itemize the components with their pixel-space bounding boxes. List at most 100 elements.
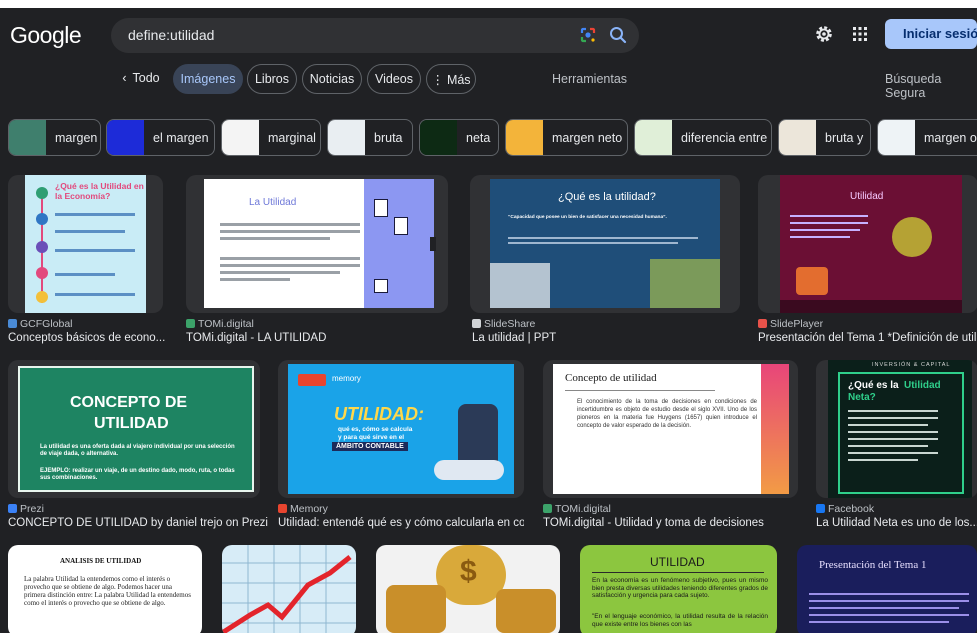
- result-image-coins[interactable]: $: [376, 545, 560, 633]
- coin-stack-icon: [386, 585, 446, 633]
- scroll-handle: [430, 237, 436, 251]
- step-icon: [36, 241, 48, 253]
- result-source[interactable]: SlideShare: [472, 318, 535, 330]
- slide-thumbnail: ¿Qué es la utilidad? “Capacidad que pose…: [490, 179, 720, 308]
- chip-el-margen[interactable]: el margen: [106, 119, 215, 156]
- tools-button[interactable]: Herramientas: [552, 72, 627, 86]
- favicon-icon: [186, 319, 195, 328]
- settings-gear-icon[interactable]: [814, 24, 834, 44]
- slide-thumbnail: La Utilidad: [204, 179, 434, 308]
- sign-in-button[interactable]: Iniciar sesión: [885, 19, 977, 49]
- result-image-slideplayer[interactable]: Utilidad: [758, 175, 977, 313]
- coin-stack-icon: [496, 589, 556, 633]
- step-icon: [36, 213, 48, 225]
- tab-videos[interactable]: Videos: [367, 64, 421, 94]
- result-image-slideshare[interactable]: ¿Qué es la utilidad? “Capacidad que pose…: [470, 175, 740, 313]
- result-source[interactable]: SlidePlayer: [758, 318, 823, 330]
- favicon-icon: [758, 319, 767, 328]
- result-source[interactable]: Memory: [278, 503, 328, 515]
- google-images-page: Google define:utilidad Iniciar sesió ‹ T…: [0, 0, 977, 633]
- growth-chart-icon: [222, 545, 356, 633]
- result-title[interactable]: TOMi.digital - Utilidad y toma de decisi…: [543, 517, 798, 529]
- chip-thumbnail: [222, 120, 259, 155]
- chip-neta[interactable]: neta: [419, 119, 499, 156]
- result-title[interactable]: La Utilidad Neta es uno de los...: [816, 517, 977, 529]
- result-source[interactable]: GCFGlobal: [8, 318, 73, 330]
- result-title[interactable]: Presentación del Tema 1 *Definición de u…: [758, 332, 977, 344]
- tag-icon: [36, 267, 48, 279]
- chip-thumbnail: [420, 120, 457, 155]
- chip-bruta[interactable]: bruta: [327, 119, 413, 156]
- search-tabs: ‹ Todo Imágenes Libros Noticias Videos ⋮ M…: [0, 64, 977, 96]
- result-source[interactable]: TOMi.digital: [543, 503, 611, 515]
- result-title[interactable]: La utilidad | PPT: [472, 332, 740, 344]
- chip-diferencia-entre[interactable]: diferencia entre: [634, 119, 772, 156]
- result-image-prezi[interactable]: CONCEPTO DE UTILIDAD La utilidad es una …: [8, 360, 260, 498]
- favicon-icon: [816, 504, 825, 513]
- result-image-tomi-la-utilidad[interactable]: La Utilidad: [186, 175, 448, 313]
- chip-thumbnail: [779, 120, 816, 155]
- banner-thumbnail: memory UTILIDAD: qué es, cómo se calcula…: [288, 364, 514, 494]
- infographic-thumbnail: ¿Qué es la Utilidad en la Economía?: [25, 175, 146, 313]
- chevron-left-icon: ‹: [122, 71, 127, 85]
- chip-bruta-y[interactable]: bruta y: [778, 119, 871, 156]
- chip-thumbnail: [9, 120, 46, 155]
- chip-margen-op[interactable]: margen op: [877, 119, 977, 156]
- tab-news[interactable]: Noticias: [302, 64, 362, 94]
- favicon-icon: [278, 504, 287, 513]
- result-source[interactable]: TOMi.digital: [186, 318, 254, 330]
- header: Google define:utilidad Iniciar sesió: [0, 8, 977, 60]
- google-apps-grid-icon[interactable]: [851, 25, 869, 43]
- tab-images[interactable]: Imágenes: [173, 64, 243, 94]
- result-image-presentacion[interactable]: Presentación del Tema 1: [797, 545, 977, 633]
- google-logo[interactable]: Google: [10, 22, 82, 49]
- chip-thumbnail: [635, 120, 672, 155]
- result-title[interactable]: TOMi.digital - LA UTILIDAD: [186, 332, 448, 344]
- favicon-icon: [8, 504, 17, 513]
- slide-thumbnail: Concepto de utilidad El conocimiento de …: [553, 364, 789, 494]
- tab-more[interactable]: ⋮ Más: [426, 64, 476, 94]
- favicon-icon: [8, 319, 17, 328]
- result-title[interactable]: Conceptos básicos de econo...: [8, 332, 168, 344]
- hand-photo: [490, 263, 550, 308]
- slide-thumbnail: CONCEPTO DE UTILIDAD La utilidad es una …: [18, 366, 254, 492]
- more-vert-icon: ⋮: [431, 73, 444, 87]
- result-image-facebook[interactable]: INVERSIÓN & CAPITAL ¿Qué es la Utilidad …: [816, 360, 977, 498]
- result-source[interactable]: Facebook: [816, 503, 874, 515]
- smile-icon: [36, 291, 48, 303]
- favicon-icon: [472, 319, 481, 328]
- bag-icon: [796, 267, 828, 295]
- tab-books[interactable]: Libros: [247, 64, 297, 94]
- result-image-analisis[interactable]: ANALISIS DE UTILIDAD La palabra Utilidad…: [8, 545, 202, 633]
- browser-top-strip: [0, 0, 977, 8]
- money-icon: [36, 187, 48, 199]
- decorative-curve: [761, 364, 789, 494]
- result-image-memory[interactable]: memory UTILIDAD: qué es, cómo se calcula…: [278, 360, 524, 498]
- result-title[interactable]: CONCEPTO DE UTILIDAD by daniel trejo on …: [8, 517, 270, 529]
- result-image-chart[interactable]: [222, 545, 356, 633]
- refinement-chips: margen el margen marginal bruta neta mar…: [0, 119, 977, 159]
- search-icon[interactable]: [608, 25, 628, 45]
- result-title[interactable]: Utilidad: entendé qué es y cómo calcular…: [278, 517, 524, 529]
- chip-margen-neto[interactable]: margen neto: [505, 119, 628, 156]
- chip-marginal[interactable]: marginal: [221, 119, 321, 156]
- google-lens-icon[interactable]: [579, 26, 597, 44]
- tab-all[interactable]: ‹ Todo: [112, 64, 170, 94]
- safesearch-button[interactable]: Búsqueda Segura: [885, 72, 977, 100]
- result-image-utilidad-green[interactable]: UTILIDAD En la economía es un fenómeno s…: [580, 545, 777, 633]
- post-thumbnail: INVERSIÓN & CAPITAL ¿Qué es la Utilidad …: [828, 360, 972, 498]
- chip-margen[interactable]: margen: [8, 119, 101, 156]
- result-image-tomi-decisiones[interactable]: Concepto de utilidad El conocimiento de …: [543, 360, 798, 498]
- result-source[interactable]: Prezi: [8, 503, 44, 515]
- chip-thumbnail: [506, 120, 543, 155]
- basket-icon: [892, 217, 932, 257]
- result-image-gcfglobal[interactable]: ¿Qué es la Utilidad en la Economía?: [8, 175, 163, 313]
- search-input[interactable]: define:utilidad: [128, 27, 214, 43]
- search-box[interactable]: define:utilidad: [111, 18, 639, 53]
- chip-thumbnail: [107, 120, 144, 155]
- favicon-icon: [543, 504, 552, 513]
- sligo-logo: [298, 374, 326, 386]
- market-photo: [650, 259, 720, 308]
- chip-thumbnail: [878, 120, 915, 155]
- chip-thumbnail: [328, 120, 365, 155]
